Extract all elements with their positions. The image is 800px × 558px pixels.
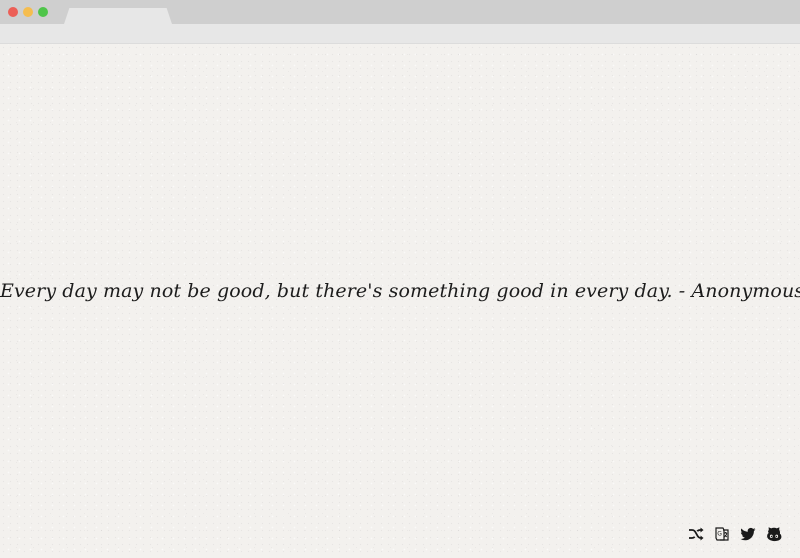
footer-icons: G [688, 526, 782, 542]
title-bar [0, 0, 800, 24]
browser-window: Every day may not be good, but there's s… [0, 0, 800, 558]
close-dot[interactable] [8, 7, 18, 17]
zoom-dot[interactable] [38, 7, 48, 17]
window-controls [8, 7, 48, 17]
translate-icon[interactable]: G [714, 526, 730, 542]
shuffle-icon[interactable] [688, 526, 704, 542]
quote-container: Every day may not be good, but there's s… [0, 280, 800, 302]
minimize-dot[interactable] [23, 7, 33, 17]
twitter-icon[interactable] [740, 526, 756, 542]
quote-text: Every day may not be good, but there's s… [0, 280, 800, 302]
github-icon[interactable] [766, 526, 782, 542]
browser-tab[interactable] [64, 8, 172, 24]
svg-text:G: G [717, 531, 722, 538]
browser-toolbar [0, 24, 800, 44]
page-content: Every day may not be good, but there's s… [0, 44, 800, 558]
